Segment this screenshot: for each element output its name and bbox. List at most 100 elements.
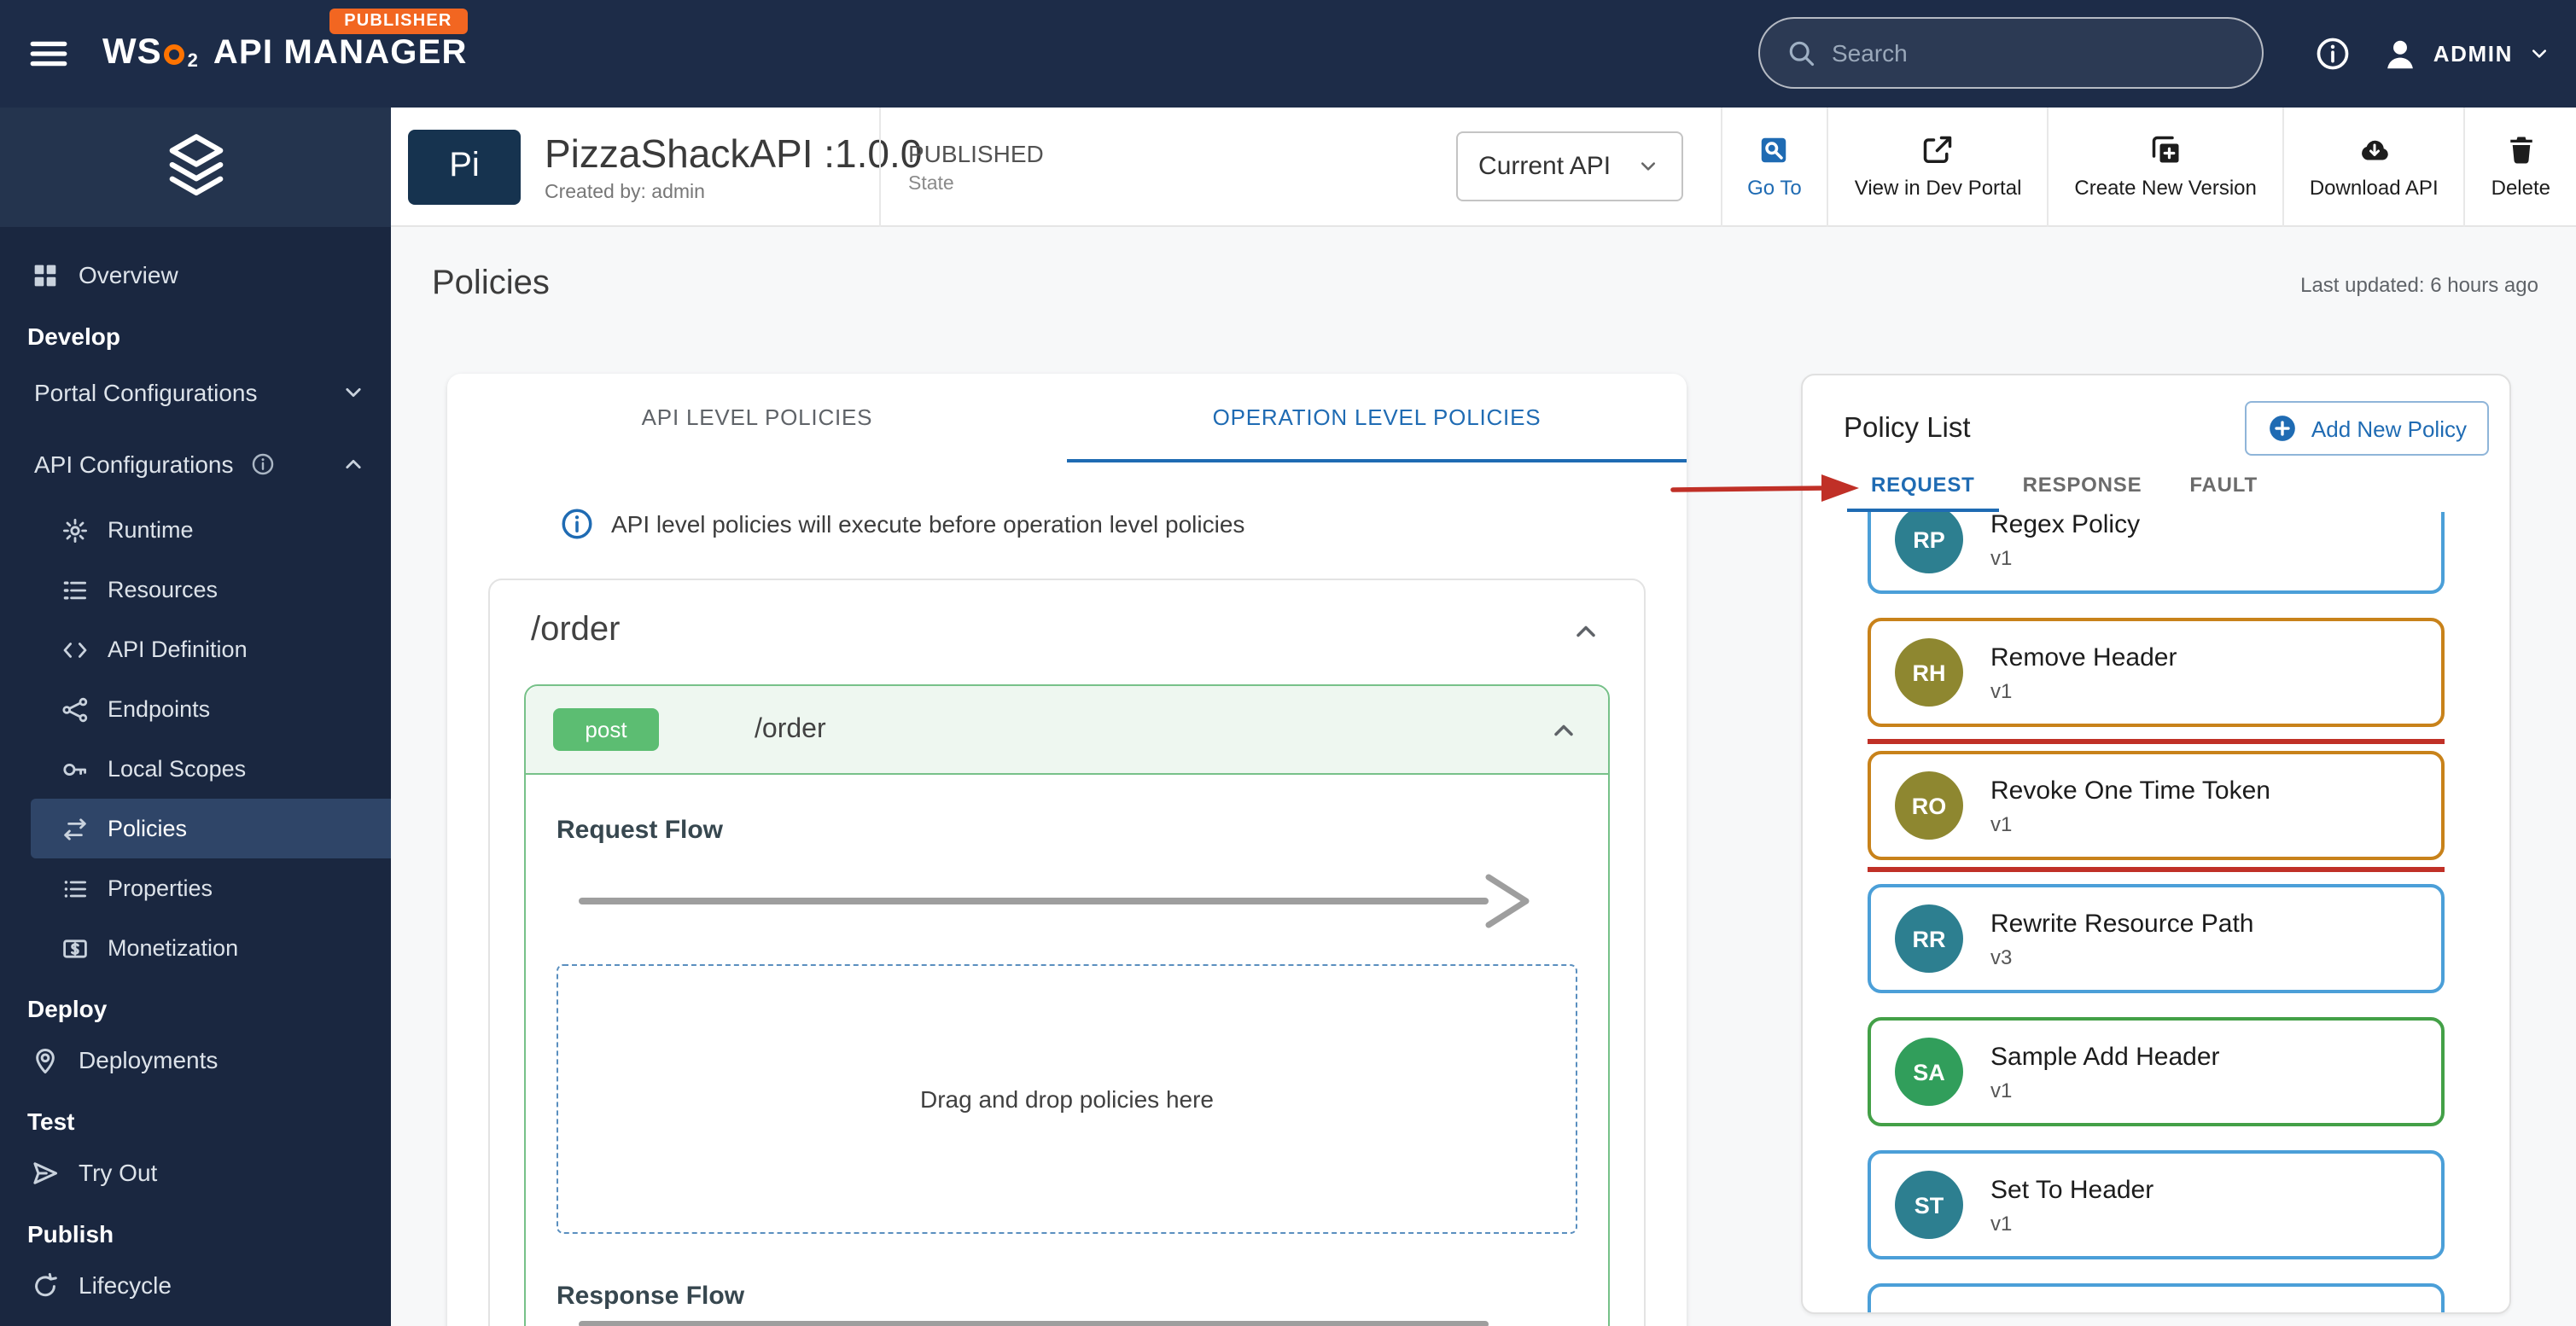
policy-card-partial[interactable]: [1868, 1283, 2445, 1312]
view-in-dev-portal-button[interactable]: View in Dev Portal: [1827, 107, 2048, 226]
delete-button[interactable]: Delete: [2463, 107, 2576, 226]
user-name-label: ADMIN: [2433, 41, 2513, 67]
policy-version: v1: [1990, 1078, 2013, 1102]
sidebar-item-monetization[interactable]: Monetization: [31, 918, 391, 978]
search-box[interactable]: [1758, 17, 2264, 89]
policy-list-title: Policy List: [1844, 412, 1971, 443]
sidebar-item-overview[interactable]: Overview: [0, 244, 391, 305]
tab-operation-level-policies[interactable]: OPERATION LEVEL POLICIES: [1067, 374, 1687, 462]
sidebar-item-resources[interactable]: Resources: [31, 560, 391, 619]
current-api-select[interactable]: Current API: [1456, 131, 1683, 201]
trash-icon: [2503, 133, 2538, 167]
policy-avatar: RH: [1895, 638, 1963, 707]
chevron-up-icon: [1547, 712, 1581, 747]
policy-flow-tabs: REQUEST RESPONSE FAULT: [1847, 464, 2509, 512]
policy-card-wrap: SA Sample Add Header v1: [1868, 1017, 2445, 1126]
policy-card-rewrite-resource-path[interactable]: RR Rewrite Resource Path v3: [1868, 884, 2445, 993]
policy-avatar: ST: [1895, 1171, 1963, 1239]
search-icon: [1786, 38, 1816, 68]
sidebar-item-api-configurations[interactable]: API Configurations: [0, 428, 391, 500]
policy-version: v1: [1990, 678, 2013, 702]
policy-card-wrap: RP Regex Policy v1: [1868, 512, 2445, 594]
policy-card-regex-policy[interactable]: RP Regex Policy v1: [1868, 512, 2445, 594]
last-updated: Last updated: 6 hours ago: [2300, 273, 2538, 297]
top-app-bar: WS 2 API MANAGER PUBLISHER ADMIN: [0, 0, 2576, 108]
endpoints-icon: [61, 695, 89, 723]
key-icon: [61, 755, 89, 782]
sidebar-item-portal-configurations[interactable]: Portal Configurations: [0, 357, 391, 428]
code-icon: [61, 636, 89, 663]
sidebar-item-label: Lifecycle: [79, 1271, 172, 1299]
policy-avatar: RP: [1895, 512, 1963, 573]
logo-subscript: 2: [187, 51, 198, 72]
logo-text: WS: [102, 32, 162, 72]
sidebar-item-label: Properties: [108, 875, 213, 901]
sidebar-item-runtime[interactable]: Runtime: [31, 500, 391, 560]
help-info-icon[interactable]: [2316, 36, 2352, 72]
user-menu[interactable]: ADMIN: [2382, 35, 2552, 73]
info-banner: API level policies will execute before o…: [560, 507, 1687, 541]
sidebar-item-endpoints[interactable]: Endpoints: [31, 679, 391, 739]
tab-request[interactable]: REQUEST: [1847, 464, 1999, 512]
chevron-up-icon: [1569, 614, 1603, 648]
tab-response[interactable]: RESPONSE: [1999, 464, 2166, 512]
sidebar-item-label: Monetization: [108, 935, 239, 961]
resource-path: /order: [531, 611, 621, 648]
policy-card-revoke-one-time-token[interactable]: RO Revoke One Time Token v1: [1868, 751, 2445, 860]
operation-header[interactable]: post /order: [526, 686, 1608, 775]
chevron-down-icon: [340, 379, 367, 406]
add-new-policy-button[interactable]: Add New Policy: [2244, 401, 2489, 456]
pin-icon: [31, 1045, 60, 1074]
action-label: Create New Version: [2074, 176, 2257, 200]
sidebar-item-deployments[interactable]: Deployments: [0, 1029, 391, 1090]
create-new-version-button[interactable]: Create New Version: [2047, 107, 2282, 226]
goto-icon: [1757, 133, 1792, 167]
info-icon: [560, 507, 594, 541]
annotation-arrow: [1670, 474, 1859, 502]
policy-card-remove-header[interactable]: RH Remove Header v1: [1868, 618, 2445, 727]
search-input[interactable]: [1832, 39, 2236, 67]
policy-name: Regex Policy: [1990, 512, 2141, 538]
sidebar-item-api-definition[interactable]: API Definition: [31, 619, 391, 679]
gear-icon: [61, 516, 89, 544]
operation-card: post /order Request Flow Drag and drop p…: [524, 684, 1610, 1326]
sidebar-section-publish: Publish: [27, 1220, 114, 1247]
go-to-button[interactable]: Go To: [1720, 107, 1827, 226]
external-icon: [1921, 133, 1955, 167]
sidebar-item-lifecycle[interactable]: Lifecycle: [0, 1254, 391, 1316]
chevron-down-icon: [2526, 41, 2552, 67]
resource-accordion-header[interactable]: /order: [490, 580, 1644, 681]
action-label: Go To: [1747, 176, 1802, 200]
api-avatar: Pi: [408, 129, 521, 204]
policy-list-items: RP Regex Policy v1 RH Remove Header v1 RO Revok…: [1868, 512, 2445, 1312]
download-api-button[interactable]: Download API: [2282, 107, 2464, 226]
sidebar-item-label: Deployments: [79, 1046, 219, 1073]
policy-list-panel: Policy List Add New Policy REQUEST RESPON…: [1801, 374, 2511, 1314]
api-title: PizzaShackAPI :1.0.0: [545, 131, 923, 175]
user-avatar-icon: [2382, 35, 2420, 73]
sidebar-logo[interactable]: [0, 108, 391, 227]
response-flow-label: Response Flow: [557, 1282, 745, 1311]
policy-avatar: RO: [1895, 771, 1963, 840]
plus-circle-icon: [2267, 413, 2298, 444]
action-label: View in Dev Portal: [1854, 176, 2022, 200]
policy-card-set-to-header[interactable]: ST Set To Header v1: [1868, 1150, 2445, 1259]
operation-path: /order: [755, 714, 826, 743]
policy-card-sample-add-header[interactable]: SA Sample Add Header v1: [1868, 1017, 2445, 1126]
sidebar-item-properties[interactable]: Properties: [31, 858, 391, 918]
sidebar: Overview Develop Portal Configurations API …: [0, 108, 391, 1326]
tab-api-level-policies[interactable]: API LEVEL POLICIES: [447, 374, 1067, 462]
hamburger-menu-icon[interactable]: [27, 32, 70, 75]
sidebar-section-develop: Develop: [27, 323, 120, 350]
tab-fault[interactable]: FAULT: [2165, 464, 2282, 512]
sidebar-item-label: API Configurations: [34, 451, 234, 478]
api-header: Pi PizzaShackAPI :1.0.0 Created by: admi…: [391, 107, 2576, 227]
divider: [879, 107, 881, 226]
sidebar-item-label: API Definition: [108, 637, 248, 662]
sidebar-item-try-out[interactable]: Try Out: [0, 1142, 391, 1203]
chevron-up-icon: [340, 451, 367, 478]
policy-dropzone[interactable]: Drag and drop policies here: [557, 964, 1577, 1234]
sidebar-item-policies[interactable]: Policies: [31, 799, 391, 858]
sidebar-item-local-scopes[interactable]: Local Scopes: [31, 739, 391, 799]
http-method-badge: post: [553, 708, 659, 751]
